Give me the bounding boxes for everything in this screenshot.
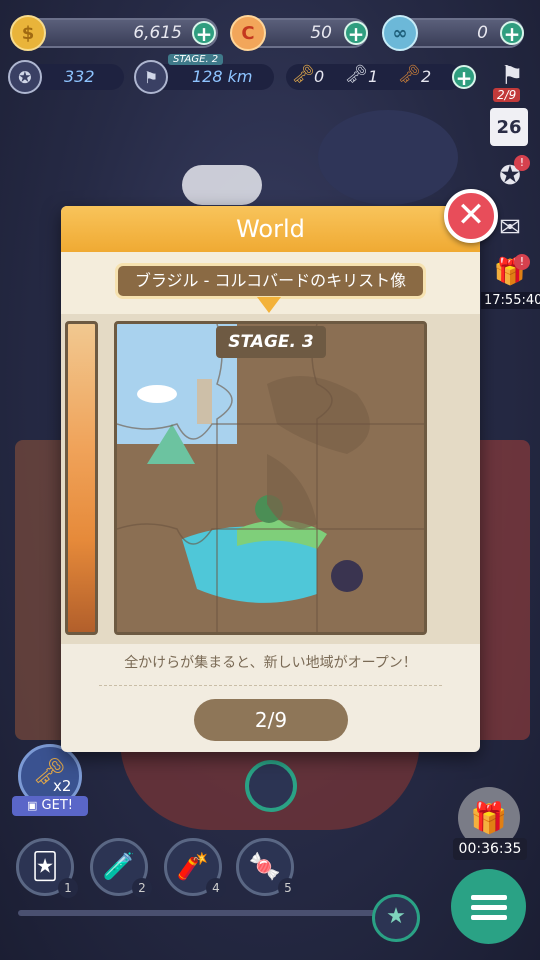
previous-stage-card[interactable] (65, 321, 98, 635)
gem-value: 50 (310, 23, 332, 43)
puzzle-card[interactable] (114, 321, 427, 635)
infinity-add-button[interactable]: + (500, 21, 524, 45)
gift-timer: 00:36:35 (453, 838, 527, 860)
candy-icon: 🍬 (248, 852, 282, 882)
calendar-button[interactable]: 26 (490, 108, 528, 146)
building-icon[interactable] (245, 760, 297, 812)
key-multiplier: x2 (53, 777, 72, 795)
get-button[interactable]: ▣ GET! (12, 796, 88, 816)
close-button[interactable]: ✕ (444, 189, 498, 243)
menu-button[interactable] (451, 869, 526, 944)
divider (99, 685, 442, 686)
progress-track (18, 910, 388, 916)
silver-key-icon: 🗝 (345, 64, 368, 85)
gift-alert-icon: ! (514, 254, 530, 270)
keys-add-button[interactable]: + (452, 65, 476, 89)
potion-icon: 🧪 (102, 852, 136, 882)
card-icon: 🃏 (31, 852, 59, 882)
hamburger-icon (470, 894, 507, 920)
points-value: 332 (64, 67, 95, 86)
infinity-coin-icon: ∞ (382, 15, 418, 51)
gold-coin-icon: $ (10, 15, 46, 51)
close-icon: ✕ (456, 195, 486, 235)
video-icon: ▣ (27, 799, 38, 812)
modal-title: World (61, 206, 480, 252)
item-candy-count: 5 (278, 878, 298, 898)
distance-value: 128 km (192, 67, 253, 86)
star-progress-button[interactable]: ★ (372, 894, 420, 942)
gift-countdown: 17:55:40 (481, 292, 540, 309)
infinity-value: 0 (477, 23, 488, 43)
star-icon: ★ (386, 904, 406, 929)
gem-add-button[interactable]: + (344, 21, 368, 45)
get-label: GET! (41, 798, 73, 813)
item-dynamite-count: 4 (206, 878, 226, 898)
bronze-key-count: 2 (421, 67, 432, 86)
location-title: ブラジル - コルコバードのキリスト像 (115, 263, 426, 299)
gift-icon: 🎁 (470, 800, 508, 836)
selector-pointer-icon (257, 297, 281, 313)
medal-alert-icon: ! (514, 155, 530, 171)
stage-tag: STAGE. 2 (168, 54, 224, 65)
gem-coin-icon: C (230, 15, 266, 51)
flag-icon: ⚑ (134, 60, 168, 94)
swirl-cloud-decoration (318, 110, 458, 205)
dynamite-icon: 🧨 (176, 852, 210, 882)
gold-add-button[interactable]: + (192, 21, 216, 45)
star-medal-icon: ✪ (8, 60, 42, 94)
flag-badge: 2/9 (493, 88, 521, 102)
cloud-decoration (182, 165, 262, 205)
gold-value: 6,615 (133, 23, 182, 43)
piece-progress: 2/9 (194, 699, 348, 741)
gold-key-icon: 🗝 (292, 64, 315, 85)
modal-hint: 全かけらが集まると、新しい地域がオープン！ (124, 655, 417, 671)
item-card-count: 1 (58, 878, 78, 898)
calendar-day: 26 (496, 116, 522, 138)
stage-label: STAGE. 3 (216, 326, 326, 358)
bronze-key-icon: 🗝 (398, 64, 421, 85)
item-potion-count: 2 (132, 878, 152, 898)
silver-key-count: 1 (368, 67, 379, 86)
gold-key-count: 0 (314, 67, 325, 86)
puzzle-illustration (117, 324, 424, 632)
